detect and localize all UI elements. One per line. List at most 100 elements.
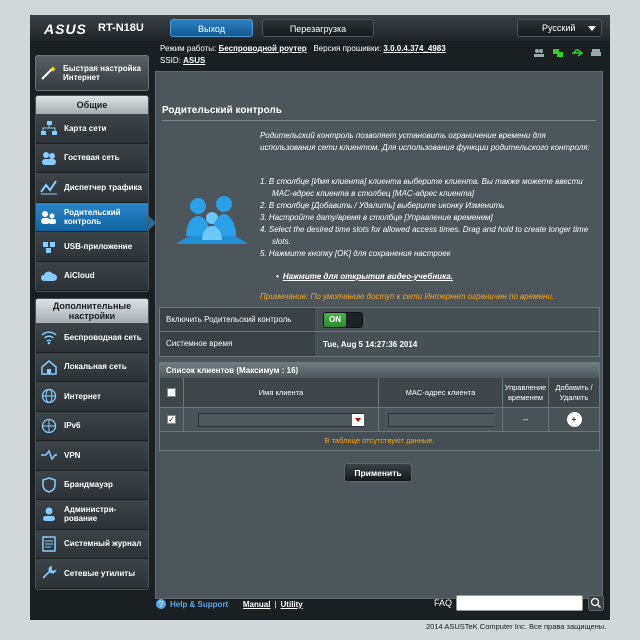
footer-links: ? Help & Support Manual | Utility [156, 599, 303, 609]
utility-link[interactable]: Utility [281, 600, 303, 609]
fw-link[interactable]: 3.0.0.4.374_4983 [383, 44, 445, 53]
asus-logo: ASUS [44, 21, 87, 37]
client-input-row: ✓ -- + [160, 408, 599, 432]
lan-icon [41, 359, 57, 375]
sidebar-item-label: Администри-рование [64, 505, 117, 524]
status-icons [533, 48, 602, 58]
time-placeholder: -- [503, 408, 549, 431]
router-frame: ASUS RT-N18U Выход Перезагрузка Русский … [30, 15, 610, 620]
wireless-icon [41, 331, 57, 345]
step-item: 2. В столбце [Добавить / Удалить] выбери… [260, 201, 505, 210]
traffic-manager-icon [40, 180, 57, 195]
client-list-title: Список клиентов (Максимум : 16) [160, 363, 599, 378]
family-icon [176, 196, 248, 244]
mode-label: Режим работы: [160, 44, 217, 53]
advanced-menu: Дополнительные настройки Беспроводная се… [35, 298, 149, 590]
sidebar-item-label: Сетевые утилиты [64, 568, 136, 578]
sidebar-item-parental-control[interactable]: Родительский контроль [36, 202, 148, 232]
sidebar-item-usb-app[interactable]: USB-приложение [36, 232, 148, 262]
search-icon [590, 597, 601, 608]
search-button[interactable] [588, 595, 604, 611]
internet-icon [41, 389, 57, 404]
network-tools-icon [42, 565, 57, 579]
footer-separator: | [274, 599, 277, 609]
add-client-button[interactable]: + [566, 412, 582, 427]
general-title: Общие [36, 96, 148, 114]
sidebar-item-label: Диспетчер трафика [64, 182, 142, 192]
select-all-checkbox[interactable] [167, 388, 176, 397]
sidebar-item-firewall[interactable]: Брандмауэр [36, 470, 148, 500]
sidebar-item-label: Брандмауэр [64, 480, 113, 490]
sidebar-item-ipv6[interactable]: IPv6 [36, 411, 148, 441]
ipv6-icon [41, 418, 57, 433]
step-item: 1. В столбце [Имя клиента] клиента выбер… [260, 177, 583, 198]
video-tutorial-link[interactable]: Нажмите для открытия видео-учебника. [276, 272, 453, 281]
sidebar-item-label: Беспроводная сеть [64, 332, 142, 342]
sidebar-item-label: VPN [64, 450, 81, 460]
sidebar-item-label: Локальная сеть [64, 362, 127, 372]
model-name: RT-N18U [98, 22, 144, 34]
svg-text:?: ? [159, 600, 164, 609]
row-checkbox[interactable]: ✓ [167, 415, 176, 424]
sidebar-item-network-tools[interactable]: Сетевые утилиты [36, 559, 148, 589]
help-icon: ? [156, 599, 166, 609]
faq-search-input[interactable] [456, 595, 583, 611]
sidebar-item-network-map[interactable]: Карта сети [36, 114, 148, 144]
sidebar-item-label: Карта сети [64, 123, 107, 133]
sidebar-item-label: Гостевая сеть [64, 153, 120, 163]
quick-setup-label: Быстрая настройка Интернет [63, 64, 141, 82]
sidebar-item-system-log[interactable]: Системный журнал [36, 529, 148, 559]
quick-setup-button[interactable]: Быстрая настройка Интернет [35, 55, 149, 91]
general-menu: Общие Карта сети Гостевая сеть Диспетчер… [35, 95, 149, 292]
language-select[interactable]: Русский [517, 19, 602, 37]
mode-link[interactable]: Беспроводной роутер [219, 44, 307, 53]
sidebar-item-guest-network[interactable]: Гостевая сеть [36, 143, 148, 173]
top-header: ASUS RT-N18U Выход Перезагрузка Русский [30, 15, 610, 41]
administration-icon [43, 507, 55, 522]
enable-toggle[interactable]: ON [323, 311, 363, 328]
sidebar-item-vpn[interactable]: VPN [36, 441, 148, 471]
instruction-steps: 1. В столбце [Имя клиента] клиента выбер… [260, 176, 594, 260]
step-item: 4. Select the desired time slots for all… [260, 225, 589, 246]
page-title: Родительский контроль [162, 105, 282, 116]
sidebar-item-traffic-manager[interactable]: Диспетчер трафика [36, 173, 148, 203]
manual-link[interactable]: Manual [243, 600, 271, 609]
sidebar-item-label: Системный журнал [64, 539, 142, 549]
ssid-label: SSID: [160, 56, 181, 65]
enable-row: Включить Родительский контроль ON [160, 308, 599, 332]
ssid-link[interactable]: ASUS [183, 56, 205, 65]
clients-icon[interactable] [533, 48, 545, 58]
chevron-down-icon [588, 26, 596, 31]
network-status-icon[interactable] [552, 48, 564, 58]
client-list-table: Список клиентов (Максимум : 16) Имя клие… [159, 362, 600, 451]
system-log-icon [42, 536, 56, 552]
help-support-link[interactable]: Help & Support [170, 600, 228, 609]
faq-label: FAQ [434, 598, 453, 608]
parental-control-icon [41, 210, 56, 224]
logout-button[interactable]: Выход [170, 19, 253, 37]
sidebar-item-lan[interactable]: Локальная сеть [36, 352, 148, 382]
sidebar-item-internet[interactable]: Интернет [36, 382, 148, 412]
vpn-icon [41, 449, 57, 461]
guest-network-icon [42, 151, 56, 165]
copyright-text: 2014 ASUSTeK Computer Inc. Все права защ… [426, 622, 607, 631]
col-mac: MAC-адрес клиента [379, 378, 503, 407]
apply-button[interactable]: Применить [344, 463, 412, 482]
ssid-line: SSID: ASUS [160, 56, 205, 65]
dropdown-arrow-icon[interactable] [352, 413, 364, 426]
sidebar-item-wireless[interactable]: Беспроводная сеть [36, 323, 148, 353]
col-add-delete: Добавить / Удалить [555, 382, 593, 402]
usb-status-icon[interactable] [571, 48, 583, 58]
step-item: 3. Настройте дату/время в столбце [Управ… [260, 213, 493, 222]
title-divider [162, 120, 596, 121]
client-name-select[interactable] [198, 412, 364, 427]
sidebar-item-aicloud[interactable]: AiCloud [36, 261, 148, 291]
reboot-button[interactable]: Перезагрузка [262, 19, 374, 37]
toggle-on-label: ON [324, 312, 346, 327]
sidebar-item-administration[interactable]: Администри-рование [36, 500, 148, 530]
printer-icon[interactable] [590, 48, 602, 58]
info-line: Режим работы: Беспроводной роутер Версия… [160, 44, 446, 53]
systime-row: Системное время Tue, Aug 5 14:27:36 2014 [160, 332, 599, 356]
language-value: Русский [542, 23, 576, 33]
mac-address-input[interactable] [387, 412, 494, 427]
